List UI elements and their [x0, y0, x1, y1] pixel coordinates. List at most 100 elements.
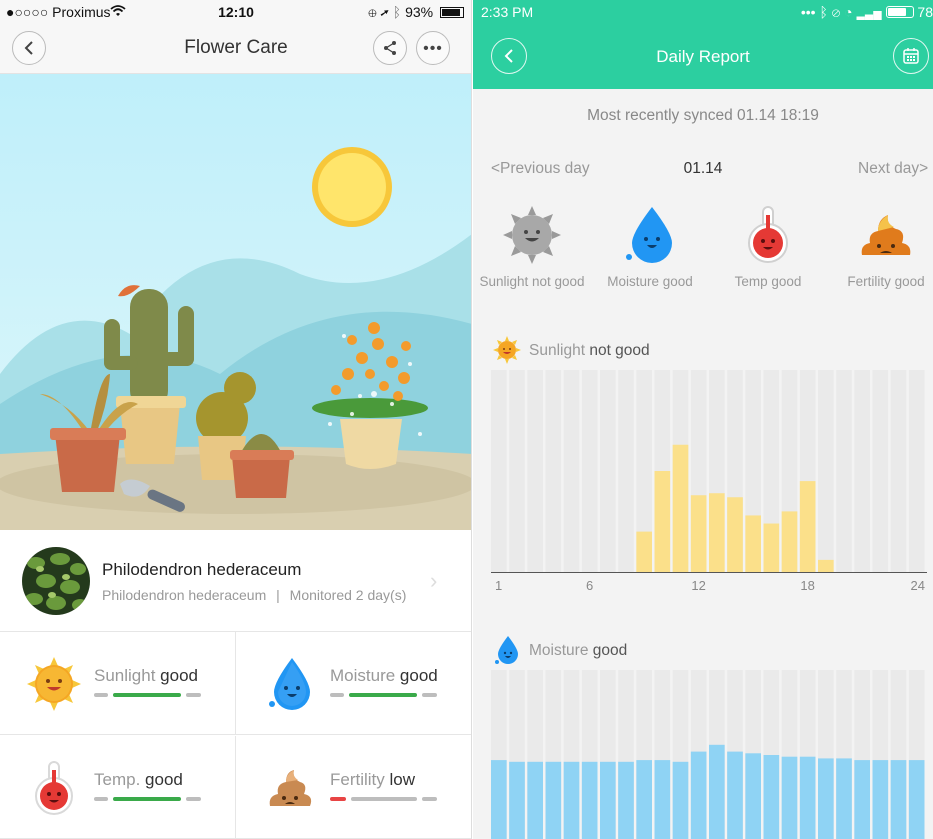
status-sunlight: Sunlight not good [473, 205, 591, 289]
signal-icon: ▂▃▅ [856, 4, 882, 20]
chart-1-bar-11 [672, 761, 689, 839]
wifi-icon: ◔ [844, 4, 853, 20]
metric-temp[interactable]: Temp. good [0, 736, 236, 839]
moisture-section-title: Moisture good [529, 642, 627, 660]
chart-0-bar-15 [745, 515, 761, 572]
calendar-button[interactable] [893, 38, 929, 74]
lock-rotation-icon: ⊕ [368, 4, 377, 20]
water-drop-icon [495, 636, 518, 664]
metric-value: good [160, 666, 198, 685]
right-phone-screen: 2:33 PM ••• ᛒ ⊘ ◔ ▂▃▅ 78 Daily Report Mo… [473, 0, 933, 839]
chart-1-bar-18 [799, 756, 816, 839]
synced-text: Most recently synced 01.14 18:19 [587, 107, 819, 124]
chart-0-bar-12 [690, 495, 707, 572]
top-nav: Flower Care ••• [0, 24, 471, 74]
chart-1-bar-24 [908, 760, 925, 839]
sun-icon [493, 336, 521, 364]
next-day-link[interactable]: Next day> [858, 160, 928, 178]
metric-moisture[interactable]: Moisture good [236, 632, 471, 735]
separator: | [276, 587, 280, 603]
chart-0-bg-slot-4 [545, 370, 562, 572]
thermometer-icon [35, 761, 73, 815]
chart-0-bar-10 [654, 471, 671, 572]
chart-0-bg-slot-6 [581, 370, 598, 572]
metric-key: Fertility [330, 770, 385, 789]
status-right: ••• ᛒ ⊘ ◔ ▂▃▅ 78 [801, 4, 933, 20]
status-temp: Temp good [709, 205, 827, 289]
status-caption: Fertility good [847, 274, 925, 289]
chart-0-bar-17 [781, 511, 798, 572]
status-caption: Sunlight not good [479, 274, 585, 289]
share-icon [384, 41, 396, 55]
fertilizer-icon [861, 215, 911, 255]
metric-fertility[interactable]: Fertility low [236, 736, 471, 839]
hero-illustration [0, 74, 471, 530]
chart-0-tick-12: 12 [691, 578, 705, 593]
chart-0-bar-14 [727, 497, 743, 572]
metric-label: Moisture good [330, 666, 438, 686]
metric-value: good [399, 666, 438, 685]
plant-latin-name: Philodendron hederaceum [102, 587, 267, 603]
water-drop-icon [269, 658, 310, 710]
sunlight-chart: 1 6 12 18 24 [491, 370, 927, 593]
battery-icon [885, 6, 914, 18]
chart-0-bg-slot-22 [872, 370, 889, 572]
chart-1-bar-6 [581, 761, 598, 839]
chart-0-tick-18: 18 [800, 578, 814, 593]
metric-sunlight[interactable]: Sunlight good [0, 632, 236, 735]
chart-1-bar-12 [690, 751, 707, 839]
chart-0-bg-slot-1 [491, 370, 507, 572]
more-button[interactable]: ••• [416, 31, 450, 65]
chart-1-bar-21 [854, 760, 870, 839]
chart-0-bg-slot-24 [908, 370, 925, 572]
section-key: Sunlight [529, 342, 586, 359]
chart-1-bar-17 [781, 756, 798, 839]
metric-label: Fertility low [330, 770, 415, 790]
metric-key: Sunlight [94, 666, 156, 685]
chart-0-bar-11 [672, 444, 689, 572]
page-title: Daily Report [656, 47, 750, 66]
chart-1-bar-3 [527, 761, 543, 839]
chart-1-bar-4 [545, 761, 562, 839]
share-button[interactable] [373, 31, 407, 65]
metric-value: good [145, 770, 183, 789]
sun-illustration [312, 147, 392, 227]
chart-0-bg-slot-2 [509, 370, 525, 572]
water-drop-icon [626, 207, 672, 263]
section-value: not good [589, 342, 650, 359]
chart-0-tick-6: 6 [586, 578, 593, 593]
chart-1-bar-5 [563, 761, 580, 839]
chart-1-bar-14 [727, 751, 743, 839]
chart-0-bg-slot-7 [600, 370, 616, 572]
chart-1-bar-9 [636, 760, 652, 839]
bluetooth-icon: ᛒ [819, 4, 828, 20]
chart-0-bar-19 [818, 559, 834, 572]
metric-value: low [389, 770, 416, 789]
chart-1-bar-1 [491, 760, 507, 839]
more-notifications-icon: ••• [800, 4, 816, 20]
sunlight-section-title: Sunlight not good [529, 342, 650, 360]
more-icon: ••• [423, 40, 443, 57]
chart-1-bar-16 [763, 755, 780, 839]
chart-1-bar-20 [836, 758, 852, 839]
chart-1-bar-15 [745, 753, 761, 839]
metric-key: Temp. [94, 770, 141, 789]
chart-1-bar-8 [618, 761, 634, 839]
plant-info-row[interactable]: Philodendron hederaceum Philodendron hed… [0, 530, 471, 632]
monitored-days: Monitored 2 day(s) [289, 587, 407, 603]
chart-0-bar-9 [636, 531, 652, 572]
chart-1-bar-2 [509, 761, 525, 839]
chart-1-bar-13 [709, 744, 725, 839]
metric-label: Temp. good [94, 770, 183, 790]
mute-icon: ⊘ [831, 4, 841, 20]
status-bar: 2:33 PM ••• ᛒ ⊘ ◔ ▂▃▅ 78 [473, 0, 933, 24]
status-caption: Moisture good [607, 274, 693, 289]
location-icon: ➚ [380, 4, 389, 20]
chart-0-bg-slot-19 [818, 370, 834, 572]
chart-1-bar-19 [818, 758, 834, 839]
status-bar: ●○○○○ Proximus 12:10 ⊕ ➚ ᛒ 93% [0, 0, 471, 24]
chart-0-tick-24: 24 [911, 578, 925, 593]
metric-key: Moisture [330, 666, 396, 685]
status-moisture: Moisture good [591, 205, 709, 289]
plant-subtitle: Philodendron hederaceum | Monitored 2 da… [102, 587, 406, 603]
